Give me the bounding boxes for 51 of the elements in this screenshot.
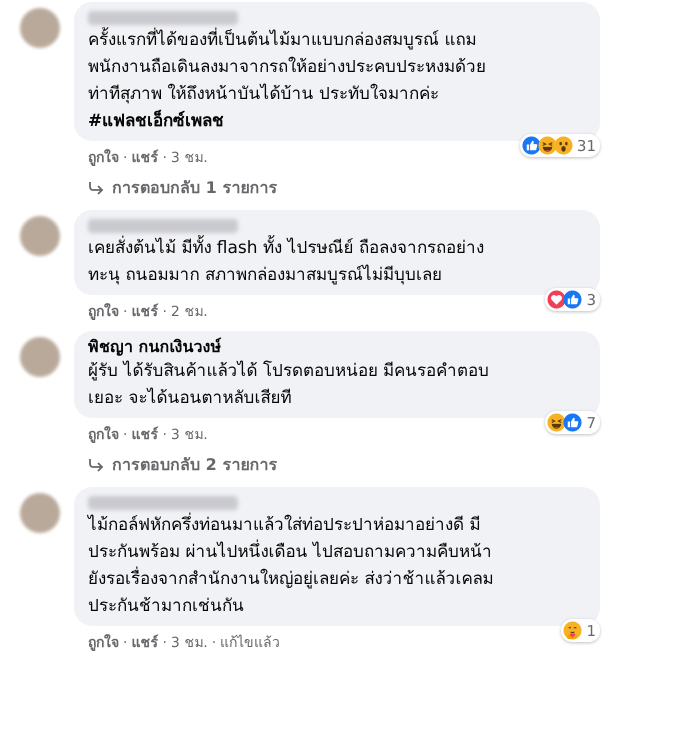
author-name[interactable]: พิชญา กนกเงินวงษ์	[88, 336, 586, 358]
wow-reaction-icon	[554, 136, 573, 155]
comment-text: ไม้กอล์ฟหักครึ่งท่อนมาแล้วใส่ท่อประปาห่อมาอย่างดี มี ประกันพร้อม ผ่านไปหนึ่งเดือน ไปสอบถามความคืบหน้า ยังรอเรื่องจากสำนักงานใหญ่อยู่เลยค่ะ ส่งว่าช้าแล้วเคลม ประกันช้ามากเช่นกัน	[88, 512, 586, 620]
view-replies-link[interactable]: การตอบกลับ 1 รายการ	[74, 167, 278, 200]
timestamp[interactable]: 3 ชม.	[170, 149, 208, 167]
reaction-summary[interactable]: 31	[520, 134, 600, 157]
separator-dot: ·	[123, 634, 128, 652]
action-link[interactable]: ถูกใจ	[88, 426, 119, 444]
haha-reaction-icon	[547, 413, 566, 432]
action-link[interactable]: แชร์	[131, 303, 158, 321]
like-reaction-icon	[563, 413, 582, 432]
action-link[interactable]: ถูกใจ	[88, 634, 119, 652]
separator-dot: ·	[123, 149, 128, 167]
comment-text: เคยสั่งต้นไม้ มีทั้ง flash ทั้ง ไปรษณีย์ ถือลงจากรถอย่าง ทะนุ ถนอมมาก สภาพกล่องมาสมบูรณ์ไม่มีบุบเลย	[88, 235, 586, 289]
separator-dot: ·	[123, 303, 128, 321]
reaction-summary[interactable]: 7	[545, 411, 600, 434]
separator-dot: ·	[162, 303, 167, 321]
comment-text: ครั้งแรกที่ได้ของที่เป็นต้นไม้มาแบบกล่องสมบูรณ์ แถม พนักงานถือเดินลงมาจากรถให้อย่างประคบประหงมด้วย ท่าทีสุภาพ ให้ถึงหน้าบันได้บ้าน ประทับใจมากค่ะ #แฟลชเอ็กซ์เพลช	[88, 27, 586, 135]
separator-dot: ·	[162, 426, 167, 444]
action-link[interactable]: แชร์	[131, 634, 158, 652]
action-link[interactable]: ถูกใจ	[88, 303, 119, 321]
reply-arrow-icon	[88, 180, 104, 194]
comment-text: ผู้รับ ได้รับสินค้าแล้วได้ โปรดตอบหน่อย มีคนรอคำตอบ เยอะ จะได้นอนตาหลับเสียที	[88, 360, 490, 410]
separator-dot: ·	[162, 149, 167, 167]
separator-dot: ·	[123, 426, 128, 444]
care-reaction-icon	[563, 621, 582, 640]
like-reaction-icon	[563, 290, 582, 309]
reaction-count: 7	[586, 414, 596, 432]
haha-reaction-icon	[538, 136, 557, 155]
action-link[interactable]: แชร์	[131, 426, 158, 444]
edited-label: แก้ไขแล้ว	[220, 634, 280, 652]
avatar-placeholder[interactable]	[20, 8, 60, 48]
reaction-count: 3	[586, 290, 596, 308]
like-reaction-icon	[522, 136, 541, 155]
reaction-summary[interactable]: 3	[545, 288, 600, 311]
reaction-count: 1	[586, 622, 596, 640]
reaction-count: 31	[576, 136, 596, 154]
view-replies-link[interactable]: การตอบกลับ 2 รายการ	[74, 444, 278, 477]
reply-arrow-icon	[88, 458, 104, 472]
avatar-placeholder[interactable]	[20, 216, 60, 256]
timestamp[interactable]: 2 ชม.	[170, 303, 208, 321]
action-link[interactable]: แชร์	[131, 149, 158, 167]
timestamp[interactable]: 3 ชม.	[170, 426, 208, 444]
avatar-placeholder[interactable]	[20, 337, 60, 377]
action-link[interactable]: ถูกใจ	[88, 149, 119, 167]
avatar-placeholder[interactable]	[20, 493, 60, 533]
separator-dot: ·	[162, 634, 167, 652]
love-reaction-icon	[547, 290, 566, 309]
timestamp[interactable]: 3 ชม.	[170, 634, 208, 652]
reaction-summary[interactable]: 1	[561, 619, 600, 642]
separator-dot: ·	[212, 634, 216, 652]
